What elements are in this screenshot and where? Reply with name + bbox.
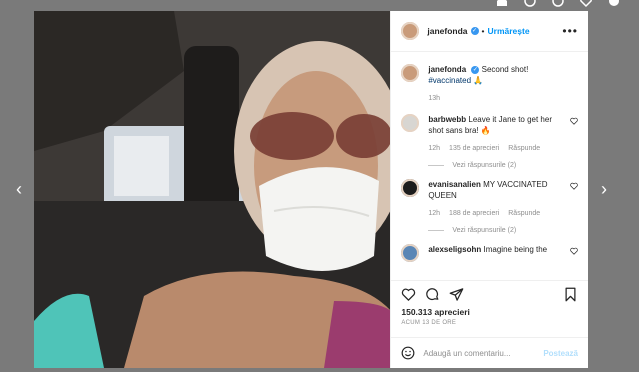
separator-dot: • <box>481 26 485 36</box>
comment-time: 12h <box>428 145 441 152</box>
post-side-panel: janefonda ✓ • Urmărește ••• janefonda ✓ … <box>390 11 588 368</box>
replies-divider <box>428 230 445 231</box>
post-photo <box>34 11 391 368</box>
caption-text: Second shot! <box>481 65 529 74</box>
comment-username[interactable]: evanisanalien <box>428 180 480 189</box>
direct-icon[interactable] <box>523 0 537 8</box>
comments-list[interactable]: janefonda ✓ Second shot! #vaccinated 🙏 1… <box>391 52 588 280</box>
replies-divider <box>428 165 445 166</box>
explore-icon[interactable] <box>551 0 565 8</box>
avatar[interactable] <box>401 244 420 262</box>
top-navigation <box>495 0 621 8</box>
avatar[interactable] <box>401 114 420 132</box>
view-replies-label[interactable]: Vezi răspunsurile (2) <box>452 162 516 169</box>
avatar[interactable] <box>401 22 420 40</box>
avatar[interactable] <box>401 64 420 82</box>
view-replies-button[interactable]: Vezi răspunsurile (2) <box>428 227 578 234</box>
caption-time: 13h <box>428 95 441 102</box>
caption-username[interactable]: janefonda <box>428 65 466 74</box>
verified-badge-icon: ✓ <box>471 65 480 74</box>
more-dots-icon[interactable]: ••• <box>562 24 578 38</box>
avatar[interactable] <box>401 179 420 197</box>
hashtag-link[interactable]: #vaccinated <box>428 76 471 85</box>
post-comment-button[interactable]: Postează <box>543 349 578 358</box>
like-heart-icon[interactable] <box>401 287 416 302</box>
comment-item: alexseligsohn Imagine being the <box>401 244 578 262</box>
comment-like-heart-icon[interactable] <box>570 247 578 255</box>
next-post-chevron-icon[interactable]: › <box>601 180 607 198</box>
verified-badge-icon: ✓ <box>470 27 479 35</box>
comment-time: 12h <box>428 210 441 217</box>
comment-text: Imagine being the <box>483 245 548 254</box>
post-timestamp: ACUM 13 DE ORE <box>401 320 457 326</box>
post-header: janefonda ✓ • Urmărește ••• <box>391 11 588 52</box>
comment-input[interactable]: Adaugă un comentariu... <box>423 349 543 358</box>
reply-button[interactable]: Răspunde <box>508 143 540 154</box>
caption-emoji: 🙏 <box>473 76 484 85</box>
comment-username[interactable]: alexseligsohn <box>428 245 481 254</box>
reply-button[interactable]: Răspunde <box>508 208 540 219</box>
add-comment-bar: Adaugă un comentariu... Postează <box>391 337 588 368</box>
save-bookmark-icon[interactable] <box>563 287 578 302</box>
comment-like-heart-icon[interactable] <box>570 182 578 190</box>
comment-item: barbwebb Leave it Jane to get her shot s… <box>401 114 578 154</box>
activity-icon[interactable] <box>579 0 593 8</box>
follow-button[interactable]: Urmărește <box>488 26 530 36</box>
post-modal: janefonda ✓ • Urmărește ••• janefonda ✓ … <box>34 11 588 368</box>
emoji-smiley-icon[interactable] <box>401 346 415 360</box>
likes-count[interactable]: 150.313 aprecieri <box>401 307 578 317</box>
home-icon[interactable] <box>495 0 509 8</box>
author-username[interactable]: janefonda <box>427 26 467 36</box>
comment-username[interactable]: barbwebb <box>428 115 466 124</box>
caption-meta: 13h <box>428 93 566 104</box>
comment-emoji: 🔥 <box>480 126 491 135</box>
comment-like-heart-icon[interactable] <box>570 117 578 125</box>
comment-likes-count[interactable]: 135 de aprecieri <box>449 143 499 154</box>
share-paper-plane-icon[interactable] <box>449 287 464 302</box>
post-actions: 150.313 aprecieri ACUM 13 DE ORE <box>391 280 588 337</box>
view-replies-label[interactable]: Vezi răspunsurile (2) <box>452 227 516 234</box>
profile-avatar-icon[interactable] <box>607 0 621 8</box>
comment-likes-count[interactable]: 188 de aprecieri <box>449 208 499 219</box>
comment-bubble-icon[interactable] <box>425 287 440 302</box>
comment-item: evanisanalien MY VACCINATED QUEEN 12h 18… <box>401 179 578 219</box>
previous-post-chevron-icon[interactable]: ‹ <box>16 180 22 198</box>
view-replies-button[interactable]: Vezi răspunsurile (2) <box>428 162 578 169</box>
caption: janefonda ✓ Second shot! #vaccinated 🙏 1… <box>401 64 578 104</box>
